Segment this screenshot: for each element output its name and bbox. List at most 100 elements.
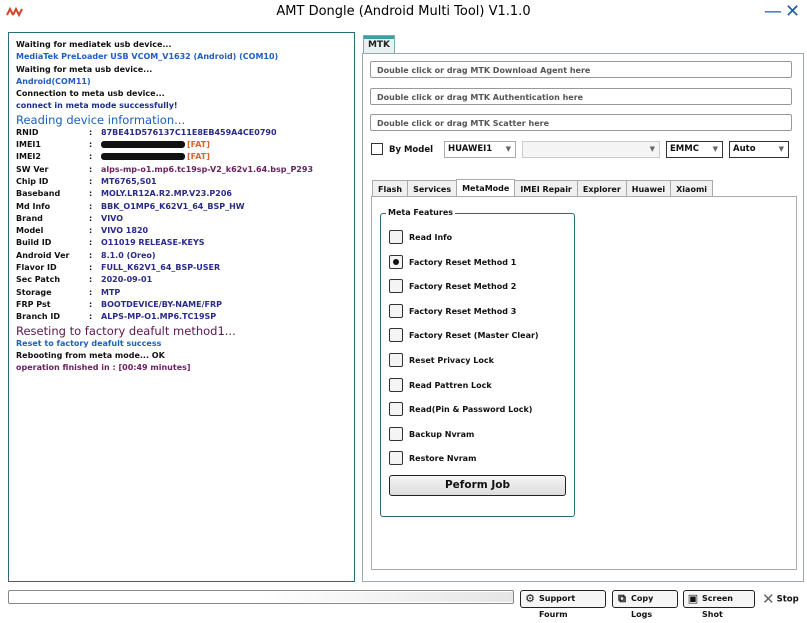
- brand-select[interactable]: HUAWEI1 ▼: [444, 141, 516, 158]
- log-content: Waiting for mediatek usb device... MediaT…: [16, 39, 350, 374]
- authentication-field[interactable]: Double click or drag MTK Authentication …: [370, 88, 792, 105]
- meta-option-label[interactable]: Factory Reset Method 2: [409, 282, 516, 291]
- info-key: Chip ID: [16, 176, 49, 186]
- log-line: operation finished in : [00:49 minutes]: [16, 362, 350, 374]
- stop-button[interactable]: ✕ Stop: [762, 590, 799, 609]
- info-value: MTP: [101, 287, 121, 297]
- meta-option-radio[interactable]: [389, 303, 403, 318]
- log-line: Waiting for meta usb device...: [16, 64, 153, 74]
- chevron-down-icon: ▼: [778, 145, 784, 153]
- close-button[interactable]: ✕: [785, 1, 800, 23]
- meta-option-label[interactable]: Read Pattren Lock: [409, 381, 492, 390]
- info-row: Brand: VIVO: [16, 213, 350, 225]
- info-row: SW Ver: alps-mp-o1.mp6.tc19sp-V2_k62v1.64…: [16, 164, 350, 176]
- meta-option-radio[interactable]: [389, 377, 403, 392]
- info-value: BBK_O1MP6_K62V1_64_BSP_HW: [101, 201, 245, 211]
- meta-option-label[interactable]: Factory Reset Method 1: [409, 258, 516, 267]
- meta-option-radio[interactable]: [389, 426, 403, 441]
- meta-option-label[interactable]: Restore Nvram: [409, 454, 476, 463]
- meta-option-radio[interactable]: [389, 279, 403, 294]
- info-key: IMEI2: [16, 152, 41, 162]
- screen-shot-button[interactable]: ▣ Screen Shot: [683, 590, 755, 619]
- info-row: Model: VIVO 1820: [16, 225, 350, 237]
- info-value: MT6765,S01: [101, 176, 157, 186]
- info-row: RNID:87BE41D576137C11E8EB459A4CE0790: [16, 127, 350, 139]
- meta-option-radio[interactable]: [389, 451, 403, 466]
- window-title: AMT Dongle (Android Multi Tool) V1.1.0: [276, 4, 531, 19]
- meta-option-radio[interactable]: [389, 353, 403, 367]
- log-panel[interactable]: Waiting for mediatek usb device... MediaT…: [8, 32, 355, 582]
- meta-option-label[interactable]: Factory Reset (Master Clear): [409, 331, 539, 340]
- info-row: Sec Patch:2020-09-01: [16, 274, 350, 286]
- stop-x-icon: ✕: [762, 590, 775, 608]
- minimize-button[interactable]: —: [764, 1, 782, 23]
- info-value: VIVO: [101, 213, 124, 223]
- meta-option-label[interactable]: Read Info: [409, 233, 452, 242]
- progress-fill: [259, 592, 513, 602]
- info-row: IMEI2: [FAT]: [16, 151, 350, 163]
- log-line: Reset to factory deafult success: [16, 338, 350, 350]
- log-line: MediaTek PreLoader USB VCOM_V1632 (Andro…: [16, 52, 279, 62]
- meta-option-label[interactable]: Reset Privacy Lock: [409, 356, 494, 365]
- meta-option-label[interactable]: Backup Nvram: [409, 430, 474, 439]
- info-separator: :: [89, 287, 93, 297]
- by-model-label: By Model: [389, 145, 434, 155]
- reading-heading: Reading device information...: [16, 112, 186, 127]
- copy-logs-button[interactable]: ⧉ Copy Logs: [612, 590, 678, 619]
- log-line-text: Reset to factory deafult success: [16, 338, 162, 348]
- meta-option-label[interactable]: Factory Reset Method 3: [409, 307, 516, 316]
- info-separator: :: [89, 140, 93, 150]
- info-value: O11019 RELEASE-KEYS: [101, 238, 205, 248]
- by-model-checkbox[interactable]: [371, 143, 383, 155]
- mode-select-value: Auto: [733, 144, 756, 154]
- fat-tag: [FAT]: [187, 152, 210, 162]
- info-separator: :: [89, 213, 93, 223]
- info-value: VIVO 1820: [101, 226, 149, 236]
- chevron-down-icon: ▼: [649, 145, 655, 153]
- chevron-down-icon: ▼: [505, 145, 511, 153]
- info-separator: :: [89, 201, 93, 211]
- title-bar: AMT Dongle (Android Multi Tool) V1.1.0 —…: [0, 0, 807, 26]
- info-value: 87BE41D576137C11E8EB459A4CE0790: [101, 127, 277, 137]
- perform-job-button[interactable]: Peform Job: [389, 475, 566, 496]
- info-row: Baseband: MOLY.LR12A.R2.MP.V23.P206: [16, 188, 350, 200]
- support-forum-button[interactable]: ⚙ Support Fourm: [520, 590, 606, 619]
- info-value: MOLY.LR12A.R2.MP.V23.P206: [101, 189, 232, 199]
- storage-select[interactable]: EMMC ▼: [666, 141, 723, 158]
- meta-option-radio[interactable]: [389, 402, 403, 417]
- info-row: Branch ID: ALPS-MP-O1.MP6.TC19SP: [16, 311, 350, 323]
- log-line: Rebooting from meta mode... OK: [16, 350, 350, 362]
- info-key: SW Ver: [16, 164, 49, 174]
- log-line-text: operation finished in : [00:49 minutes]: [16, 363, 191, 373]
- mode-select[interactable]: Auto ▼: [729, 141, 789, 158]
- model-select[interactable]: ▼: [522, 141, 660, 158]
- info-row: Android Ver:8.1.0 (Oreo): [16, 250, 350, 262]
- info-row: FRP Pst: BOOTDEVICE/BY-NAME/FRP: [16, 299, 350, 311]
- info-separator: :: [89, 238, 93, 248]
- scatter-field[interactable]: Double click or drag MTK Scatter here: [370, 114, 792, 131]
- meta-option-radio[interactable]: [389, 230, 403, 244]
- download-agent-field[interactable]: Double click or drag MTK Download Agent …: [370, 61, 792, 78]
- info-separator: :: [89, 250, 93, 260]
- meta-option-radio[interactable]: [389, 254, 403, 269]
- info-row: Md Info: BBK_O1MP6_K62V1_64_BSP_HW: [16, 201, 350, 213]
- log-line: connect in meta mode successfully!: [16, 101, 178, 111]
- meta-option-label[interactable]: Read(Pin & Password Lock): [409, 405, 532, 414]
- meta-option-radio[interactable]: [389, 328, 403, 343]
- meta-features-title: Meta Features: [386, 208, 456, 217]
- info-key: Baseband: [16, 189, 61, 199]
- info-row: Storage: MTP: [16, 287, 350, 299]
- info-row: Flavor ID: FULL_K62V1_64_BSP-USER: [16, 262, 350, 274]
- subtab-bar: Flash Services MetaMode IMEI Repair Explorer…: [372, 179, 714, 198]
- reset-heading: Reseting to factory deafult method1...: [16, 323, 236, 338]
- info-separator: :: [89, 176, 93, 186]
- info-separator: :: [89, 275, 93, 285]
- copy-logs-label: Copy Logs: [631, 594, 654, 619]
- info-key: IMEI1: [16, 140, 41, 150]
- info-key: Build ID: [16, 238, 52, 248]
- brand-select-value: HUAWEI1: [448, 144, 493, 154]
- tab-mtk[interactable]: MTK: [363, 35, 395, 54]
- info-separator: :: [89, 299, 93, 309]
- info-separator: :: [89, 152, 93, 162]
- info-key: Brand: [16, 213, 43, 223]
